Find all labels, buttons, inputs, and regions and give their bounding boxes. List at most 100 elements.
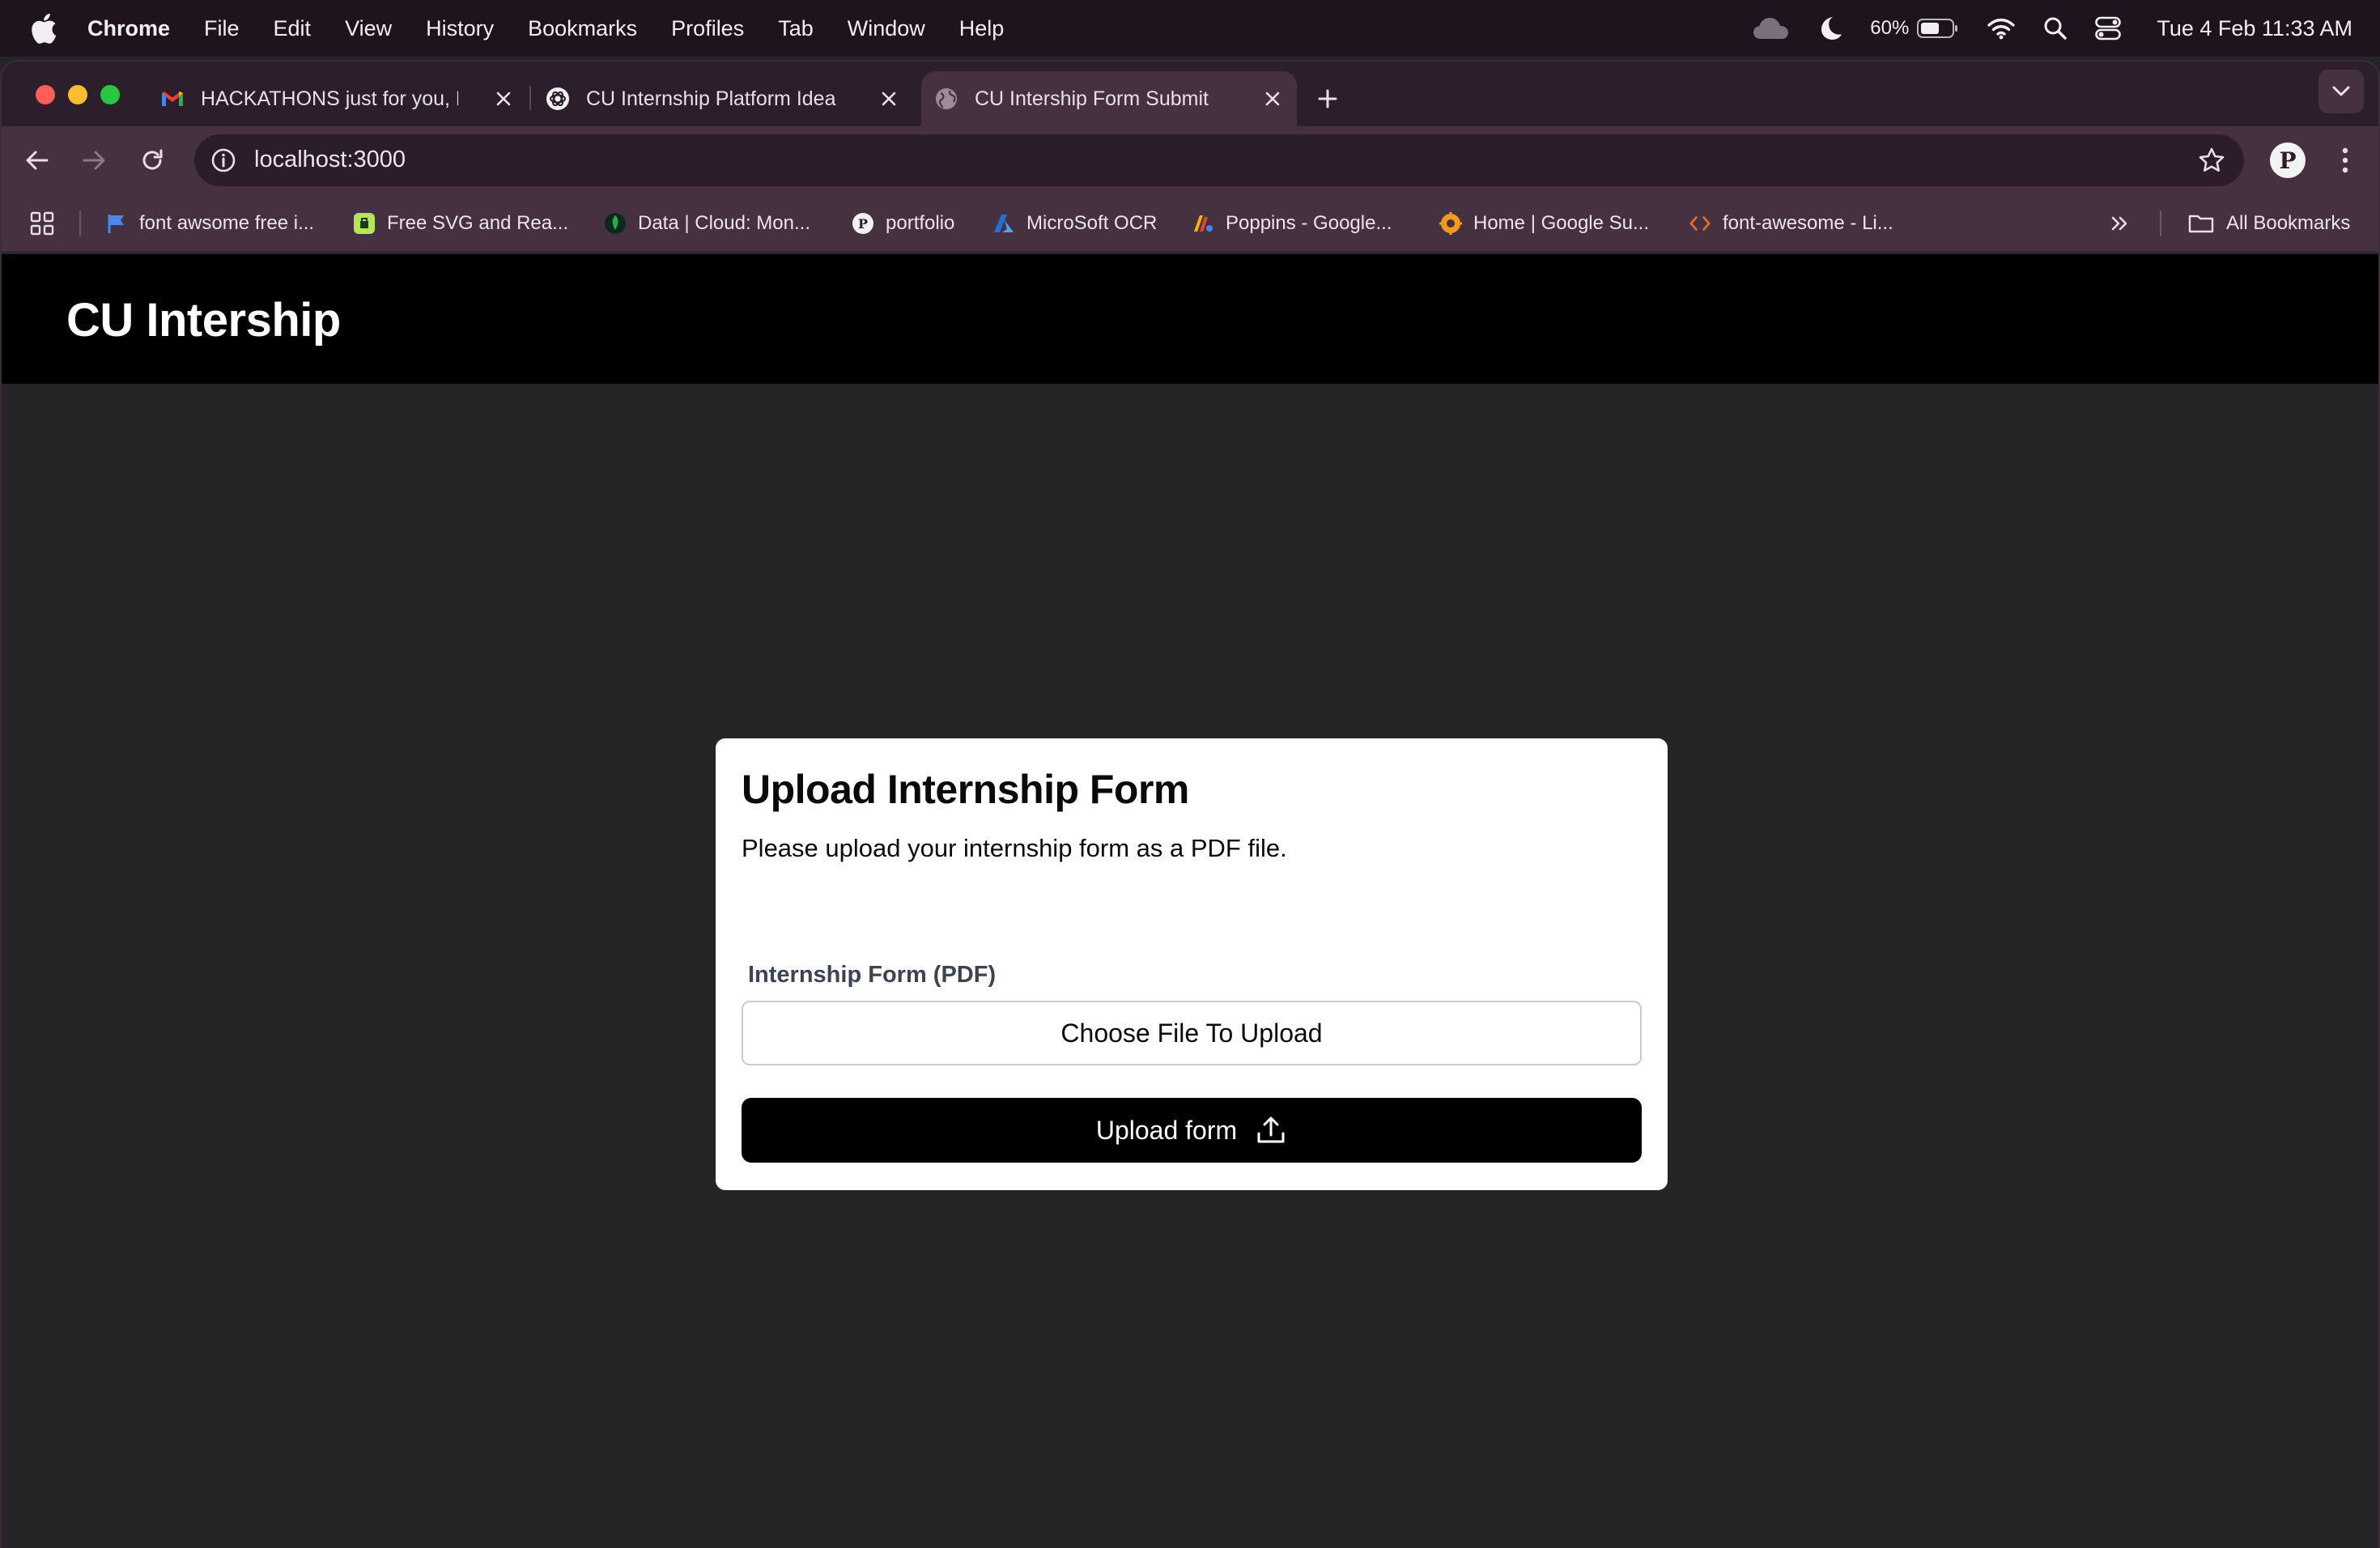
- bookmark-label: Poppins - Google...: [1226, 212, 1392, 234]
- menu-tab[interactable]: Tab: [778, 16, 814, 41]
- bookmark-item-google-support[interactable]: Home | Google Su...: [1439, 194, 1649, 253]
- close-tab-icon[interactable]: [494, 89, 513, 108]
- browser-window: HACKATHONS just for you, Pi CU Internshi…: [0, 60, 2380, 1548]
- bookmark-label: MicroSoft OCR: [1026, 212, 1158, 234]
- back-button[interactable]: [21, 144, 53, 176]
- choose-file-button[interactable]: Choose File To Upload: [742, 1001, 1642, 1065]
- bookmarks-bar: font awsome free i... Free SVG and Rea..…: [2, 194, 2378, 253]
- spotlight-search-icon[interactable]: [2043, 16, 2068, 40]
- bookmark-separator: [2160, 211, 2161, 236]
- form-title: Upload Internship Form: [742, 767, 1189, 812]
- moon-icon[interactable]: [1818, 15, 1842, 41]
- browser-toolbar: localhost:3000 P: [2, 126, 2378, 194]
- menu-help[interactable]: Help: [959, 16, 1005, 41]
- web-page: CU Intership Upload Internship Form Plea…: [2, 254, 2378, 1548]
- folder-icon: [2187, 212, 2215, 235]
- svg-text:P: P: [858, 216, 868, 232]
- bookmark-label: font-awesome - Li...: [1723, 212, 1893, 234]
- macos-menu-bar: Chrome File Edit View History Bookmarks …: [0, 0, 2380, 57]
- tab-title: CU Intership Form Submit: [975, 87, 1209, 110]
- bookmark-item-font-awsome[interactable]: font awsome free i...: [105, 194, 314, 253]
- flag-icon: [105, 212, 128, 235]
- close-window-button[interactable]: [36, 85, 55, 104]
- reload-button[interactable]: [136, 144, 168, 176]
- more-options-icon[interactable]: [2333, 144, 2357, 176]
- bookmark-item-portfolio[interactable]: P portfolio: [852, 194, 954, 253]
- svg-repo-icon: [353, 212, 376, 235]
- portfolio-avatar-icon: P: [852, 212, 874, 235]
- bookmark-item-poppins[interactable]: Poppins - Google...: [1192, 194, 1392, 253]
- tab-title: HACKATHONS just for you, Pi: [201, 87, 458, 110]
- form-description: Please upload your internship form as a …: [742, 834, 1287, 862]
- google-fonts-icon: [1192, 212, 1214, 235]
- address-bar[interactable]: localhost:3000: [194, 134, 2244, 186]
- chevron-down-icon: [2332, 86, 2350, 96]
- menu-profiles[interactable]: Profiles: [671, 16, 744, 41]
- all-bookmarks-button[interactable]: All Bookmarks: [2187, 194, 2350, 253]
- status-area: 60% Tue 4 Feb 11:33 AM: [1724, 0, 2352, 57]
- bookmark-item-free-svg[interactable]: Free SVG and Rea...: [353, 194, 568, 253]
- tab-separator: [529, 86, 531, 110]
- wifi-icon[interactable]: [1987, 17, 2016, 40]
- menu-history[interactable]: History: [426, 16, 494, 41]
- tab-chatgpt[interactable]: CU Internship Platform Idea: [533, 71, 913, 126]
- bookmark-label: Free SVG and Rea...: [387, 212, 569, 234]
- close-tab-icon[interactable]: [1263, 89, 1282, 108]
- bookmark-label: portfolio: [886, 212, 955, 234]
- upload-form-button[interactable]: Upload form: [742, 1098, 1642, 1163]
- battery-percent: 60%: [1870, 17, 1910, 39]
- apps-grid-icon: [30, 211, 54, 236]
- site-info-icon[interactable]: [209, 146, 238, 175]
- bookmark-separator: [79, 211, 81, 236]
- upload-icon: [1257, 1116, 1285, 1143]
- forward-button[interactable]: [78, 144, 110, 176]
- site-header: CU Intership: [2, 254, 2378, 384]
- code-icon: [1689, 212, 1711, 235]
- profile-avatar[interactable]: P: [2270, 142, 2306, 178]
- bookmark-item-microsoft-ocr[interactable]: MicroSoft OCR: [992, 194, 1157, 253]
- all-bookmarks-label: All Bookmarks: [2226, 212, 2351, 234]
- upload-form-card: Upload Internship Form Please upload you…: [716, 738, 1668, 1190]
- gmail-icon: [162, 91, 183, 106]
- menu-window[interactable]: Window: [848, 16, 925, 41]
- bookmark-item-font-awesome-li[interactable]: font-awesome - Li...: [1689, 194, 1893, 253]
- bookmark-star-icon[interactable]: [2197, 146, 2226, 175]
- url-text[interactable]: localhost:3000: [254, 147, 406, 173]
- menu-edit[interactable]: Edit: [274, 16, 312, 41]
- menu-file[interactable]: File: [204, 16, 240, 41]
- upload-form-label: Upload form: [1095, 1115, 1238, 1145]
- double-chevron-right-icon: [2111, 216, 2127, 231]
- new-tab-button[interactable]: [1310, 81, 1345, 117]
- azure-icon: [992, 212, 1015, 235]
- apple-logo-icon[interactable]: [31, 13, 57, 44]
- tab-strip: HACKATHONS just for you, Pi CU Internshi…: [2, 62, 2378, 126]
- bookmark-label: Data | Cloud: Mon...: [638, 212, 810, 234]
- zoom-window-button[interactable]: [100, 85, 120, 104]
- arrow-left-icon: [26, 151, 49, 170]
- file-field-label: Internship Form (PDF): [748, 962, 997, 988]
- control-center-icon[interactable]: [2095, 16, 2122, 40]
- menu-bookmarks[interactable]: Bookmarks: [528, 16, 637, 41]
- bookmarks-overflow-button[interactable]: [2110, 194, 2131, 253]
- chatgpt-icon: [546, 87, 569, 110]
- apps-button[interactable]: [29, 194, 55, 253]
- menu-view[interactable]: View: [345, 16, 392, 41]
- tab-cu-intership-form[interactable]: CU Intership Form Submit: [921, 71, 1297, 126]
- close-tab-icon[interactable]: [879, 89, 899, 108]
- tab-gmail[interactable]: HACKATHONS just for you, Pi: [147, 71, 528, 126]
- bookmark-item-mongodb[interactable]: Data | Cloud: Mon...: [604, 194, 810, 253]
- menu-clock[interactable]: Tue 4 Feb 11:33 AM: [2157, 16, 2352, 41]
- menu-app-name[interactable]: Chrome: [87, 16, 170, 41]
- tab-search-button[interactable]: [2318, 70, 2364, 113]
- battery-icon[interactable]: [1917, 18, 1959, 39]
- bookmark-label: font awsome free i...: [139, 212, 315, 234]
- site-brand[interactable]: CU Intership: [66, 293, 341, 347]
- tab-title: CU Internship Platform Idea: [586, 87, 836, 110]
- bookmark-label: Home | Google Su...: [1473, 212, 1650, 234]
- google-support-icon: [1439, 212, 1462, 235]
- reload-icon: [142, 149, 163, 170]
- cloud-icon[interactable]: [1752, 16, 1791, 40]
- globe-icon: [936, 88, 957, 109]
- mongodb-leaf-icon: [604, 212, 627, 235]
- minimize-window-button[interactable]: [68, 85, 87, 104]
